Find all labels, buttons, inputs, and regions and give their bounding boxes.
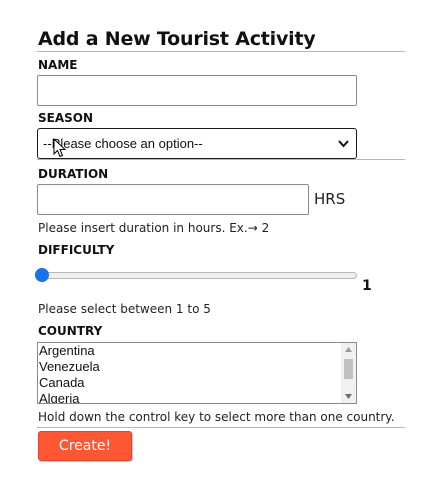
- country-option[interactable]: Argentina: [39, 343, 100, 359]
- country-label: COUNTRY: [38, 324, 103, 338]
- country-option[interactable]: Canada: [39, 375, 100, 391]
- scroll-up-arrow-icon[interactable]: [345, 347, 352, 352]
- slider-thumb[interactable]: [35, 268, 49, 282]
- form-title: Add a New Tourist Activity: [38, 28, 316, 50]
- duration-input[interactable]: [37, 184, 309, 215]
- country-help-text: Hold down the control key to select more…: [38, 410, 395, 424]
- scroll-down-arrow-icon[interactable]: [345, 394, 352, 399]
- season-divider: [37, 159, 405, 160]
- slider-track: [37, 272, 357, 279]
- listbox-scrollbar[interactable]: [341, 343, 356, 403]
- difficulty-label: DIFFICULTY: [38, 243, 115, 257]
- title-divider: [37, 51, 405, 52]
- difficulty-value: 1: [362, 278, 372, 294]
- create-button[interactable]: Create!: [38, 431, 132, 461]
- activity-form: Add a New Tourist Activity NAME SEASON -…: [0, 0, 447, 488]
- country-option[interactable]: Algeria: [39, 391, 100, 403]
- country-option[interactable]: Venezuela: [39, 359, 100, 375]
- duration-help-text: Please insert duration in hours. Ex.→ 2: [38, 221, 270, 235]
- chevron-down-icon: [338, 140, 349, 148]
- season-select[interactable]: --Please choose an option--: [37, 128, 357, 159]
- country-divider: [37, 427, 405, 428]
- duration-label: DURATION: [38, 167, 109, 181]
- duration-unit: HRS: [314, 190, 346, 208]
- name-input[interactable]: [37, 75, 357, 106]
- scrollbar-thumb[interactable]: [344, 359, 353, 379]
- country-listbox[interactable]: Argentina Venezuela Canada Algeria: [37, 342, 357, 404]
- mouse-cursor-icon: [53, 138, 67, 158]
- difficulty-slider[interactable]: [35, 268, 357, 282]
- season-label: SEASON: [38, 111, 94, 125]
- name-label: NAME: [38, 58, 78, 72]
- difficulty-help-text: Please select between 1 to 5: [38, 302, 211, 316]
